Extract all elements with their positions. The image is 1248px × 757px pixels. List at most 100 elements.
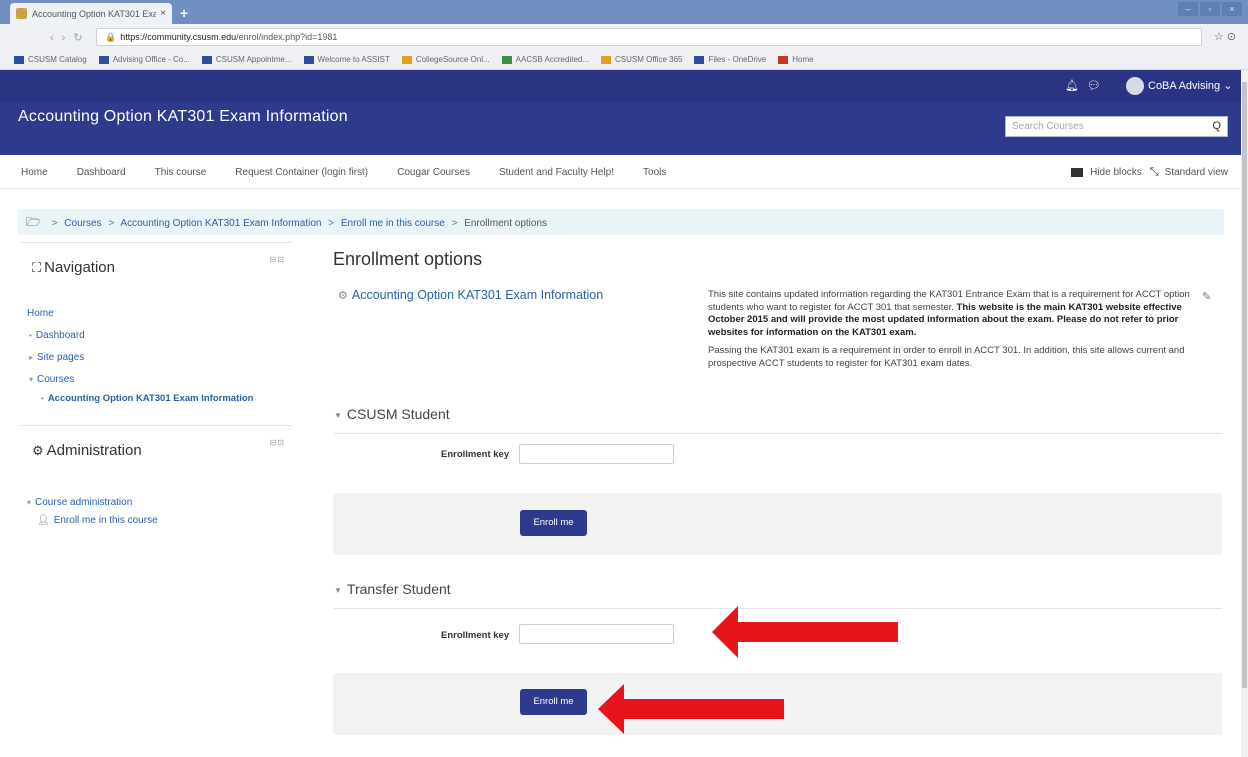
- standard-view-button[interactable]: Standard view: [1165, 167, 1228, 178]
- chevron-right-icon: ▸: [29, 353, 34, 362]
- window-controls: – ▫ ×: [1178, 2, 1242, 16]
- breadcrumb-current: Enrollment options: [464, 218, 548, 229]
- enroll-me-button-transfer[interactable]: Enroll me: [520, 689, 587, 715]
- bookmark-icon: [778, 55, 789, 64]
- bell-icon[interactable]: 🔔︎: [1065, 79, 1079, 92]
- minimize-window-icon[interactable]: –: [1178, 2, 1198, 16]
- enrollment-key-input-csusm[interactable]: [519, 444, 674, 464]
- folder-icon: 🗁︎: [26, 215, 41, 229]
- admin-enroll-me[interactable]: 👤︎ Enroll me in this course: [27, 514, 158, 528]
- enrollment-options-heading: Enrollment options: [333, 249, 483, 269]
- navigation-tree: Home • Dashboard ▸ Site pages ▾ Courses • Ac…: [27, 303, 253, 407]
- menu-item-cougar-courses[interactable]: Cougar Courses: [397, 167, 470, 178]
- enrollment-key-label: Enrollment key: [441, 449, 510, 460]
- breadcrumb-enroll[interactable]: Enroll me in this course: [341, 218, 445, 229]
- course-icon: ⚙︎: [338, 290, 348, 302]
- search-icon[interactable]: Q: [1212, 117, 1221, 136]
- close-tab-icon[interactable]: ×: [160, 8, 166, 19]
- hide-blocks-icon: [1071, 168, 1084, 177]
- view-controls: Hide blocks ⤡ Standard view: [1071, 166, 1228, 179]
- browser-address-bar: ‹›↻ 🔒 https://community.csusm.edu/enrol/i…: [0, 24, 1248, 50]
- bookmark-item[interactable]: CSUSM Appointme...: [201, 55, 292, 64]
- nav-current-course[interactable]: • Accounting Option KAT301 Exam Informati…: [27, 391, 253, 407]
- nav-home[interactable]: Home: [27, 303, 253, 325]
- browser-nav-buttons[interactable]: ‹›↻: [50, 31, 91, 44]
- administration-tree: ▾ Course administration 👤︎ Enroll me in th…: [27, 492, 158, 528]
- bookmark-icon: [201, 55, 212, 64]
- administration-block: ⚙ Administration ⊟⊡ ▾ Course administratio…: [20, 425, 291, 535]
- annotation-arrow-icon: [712, 606, 898, 658]
- new-tab-button[interactable]: +: [180, 5, 188, 21]
- bookmark-icon: [501, 55, 512, 64]
- nav-courses[interactable]: ▾ Courses: [27, 369, 253, 391]
- user-menu[interactable]: CoBA Advising ⌄: [1148, 79, 1232, 92]
- administration-block-title: ⚙ Administration: [32, 442, 142, 459]
- url-path: /enrol/index.php?id=1981: [236, 32, 338, 42]
- summary-paragraph: This site contains updated information r…: [708, 289, 1190, 338]
- bookmarks-bar: CSUSM Catalog Advising Office - Co... CS…: [0, 50, 1248, 70]
- url-field[interactable]: 🔒 https://community.csusm.edu/enrol/index…: [96, 28, 1202, 46]
- block-controls-icon[interactable]: ⊟⊡: [270, 255, 285, 264]
- maximize-window-icon[interactable]: ▫: [1200, 2, 1220, 16]
- chevron-down-icon: ▾: [27, 498, 32, 507]
- bookmark-item[interactable]: CollegeSource Onl...: [401, 55, 490, 64]
- menu-item-tools[interactable]: Tools: [643, 167, 666, 178]
- bookmark-icon: [601, 55, 612, 64]
- bookmark-item[interactable]: CSUSM Office 365: [601, 55, 682, 64]
- page-scrollbar[interactable]: [1241, 70, 1248, 757]
- course-link[interactable]: ⚙︎ Accounting Option KAT301 Exam Informat…: [338, 288, 603, 302]
- navigation-block-title: ⛶ Navigation: [32, 259, 115, 276]
- breadcrumb: 🗁︎ > Courses > Accounting Option KAT301 …: [18, 209, 1224, 235]
- collapse-icon: ▼: [334, 410, 342, 420]
- menu-item-dashboard[interactable]: Dashboard: [77, 167, 126, 178]
- site-favicon-icon: [16, 8, 27, 19]
- bookmark-icon: [401, 55, 412, 64]
- gears-icon: ⚙: [32, 443, 44, 458]
- bookmark-item[interactable]: Welcome to ASSIST: [303, 55, 390, 64]
- enrollment-key-label: Enrollment key: [441, 630, 510, 641]
- nav-dashboard[interactable]: • Dashboard: [27, 325, 253, 347]
- bookmark-star-icon[interactable]: ☆ ⊙: [1214, 30, 1236, 43]
- bookmark-item[interactable]: Files - OneDrive: [694, 55, 766, 64]
- close-window-icon[interactable]: ×: [1222, 2, 1242, 16]
- messages-icon[interactable]: 💬︎: [1087, 79, 1101, 92]
- bookmark-icon: [98, 55, 109, 64]
- user-icon: 👤︎: [37, 515, 50, 526]
- block-controls-icon[interactable]: ⊟⊡: [270, 438, 285, 447]
- browser-tab-bar: Accounting Option KAT301 Exa × + – ▫ ×: [0, 0, 1248, 24]
- section-transfer-student[interactable]: ▼ Transfer Student: [334, 581, 1222, 609]
- bullet-icon: •: [41, 394, 44, 403]
- menu-item-help[interactable]: Student and Faculty Help!: [499, 167, 614, 178]
- main-menu: Home Dashboard This course Request Conta…: [0, 155, 674, 189]
- menu-item-home[interactable]: Home: [21, 167, 48, 178]
- search-input[interactable]: Search Courses Q: [1005, 116, 1228, 137]
- browser-tab-title: Accounting Option KAT301 Exa: [32, 8, 157, 19]
- hide-blocks-button[interactable]: Hide blocks: [1090, 167, 1142, 178]
- bookmark-icon: [14, 55, 24, 64]
- bookmark-item[interactable]: Advising Office - Co...: [98, 55, 190, 64]
- section-csusm-student[interactable]: ▼ CSUSM Student: [334, 406, 1222, 434]
- menu-item-request-container[interactable]: Request Container (login first): [235, 167, 368, 178]
- site-top-bar: 🔔︎ 💬︎ CoBA Advising ⌄: [0, 70, 1242, 102]
- course-header: Accounting Option KAT301 Exam Informatio…: [0, 102, 1242, 155]
- browser-tab[interactable]: Accounting Option KAT301 Exa ×: [10, 3, 172, 24]
- bookmark-item[interactable]: CSUSM Catalog: [14, 55, 87, 64]
- edit-icon[interactable]: ✎: [1202, 290, 1211, 303]
- bookmark-item[interactable]: Home: [778, 55, 814, 64]
- nav-site-pages[interactable]: ▸ Site pages: [27, 347, 253, 369]
- page-title: Accounting Option KAT301 Exam Informatio…: [18, 108, 348, 125]
- form-buttons: [333, 493, 1222, 555]
- menu-item-this-course[interactable]: This course: [155, 167, 207, 178]
- enrollment-key-input-transfer[interactable]: [519, 624, 674, 644]
- annotation-arrow-icon: [598, 684, 784, 734]
- admin-course-administration[interactable]: ▾ Course administration: [27, 492, 158, 514]
- bullet-icon: •: [29, 331, 32, 340]
- breadcrumb-courses[interactable]: Courses: [64, 218, 101, 229]
- standard-view-icon: ⤡: [1149, 166, 1159, 178]
- breadcrumb-course[interactable]: Accounting Option KAT301 Exam Informatio…: [120, 218, 321, 229]
- avatar[interactable]: [1126, 77, 1144, 95]
- enroll-me-button-csusm[interactable]: Enroll me: [520, 510, 587, 536]
- search-placeholder: Search Courses: [1012, 121, 1084, 132]
- bookmark-item[interactable]: AACSB Accredited...: [501, 55, 589, 64]
- scrollbar-thumb[interactable]: [1242, 82, 1247, 688]
